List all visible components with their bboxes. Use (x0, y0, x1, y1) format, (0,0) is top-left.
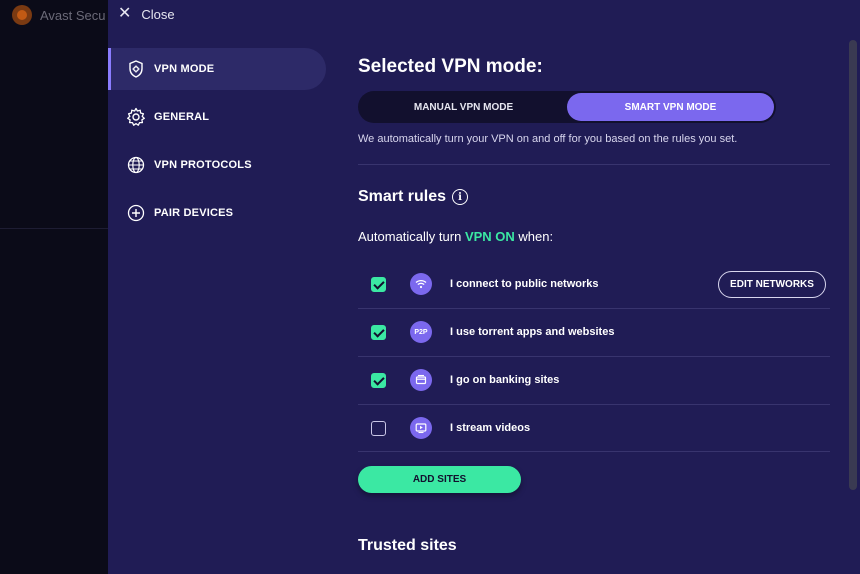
rule-label: I go on banking sites (450, 374, 560, 386)
edit-networks-button[interactable]: EDIT NETWORKS (718, 270, 826, 298)
rule-torrent: P2P I use torrent apps and websites (358, 308, 830, 356)
shield-gear-icon (126, 59, 146, 79)
sidebar-item-general[interactable]: GENERAL (108, 96, 326, 138)
rule-public-networks: I connect to public networks EDIT NETWOR… (358, 260, 830, 308)
page-title: Selected VPN mode: (358, 56, 543, 77)
close-icon: ✕ (118, 5, 132, 22)
auto-turn-prefix: Automatically turn (358, 229, 462, 244)
video-play-icon (410, 417, 432, 439)
vpn-on-highlight: VPN ON (464, 229, 515, 244)
sidebar-item-pair-devices[interactable]: PAIR DEVICES (108, 192, 326, 234)
mode-description: We automatically turn your VPN on and of… (358, 133, 738, 145)
smart-rules-heading: Smart rules i (358, 188, 469, 206)
auto-turn-suffix: when: (518, 229, 554, 244)
sidebar-item-label: GENERAL (154, 111, 210, 123)
add-sites-button[interactable]: ADD SITES (358, 466, 521, 493)
p2p-icon: P2P (410, 321, 432, 343)
vpn-mode-toggle: MANUAL VPN MODE SMART VPN MODE (358, 91, 776, 123)
close-button[interactable]: ✕ Close (118, 4, 175, 24)
sidebar-item-vpn-protocols[interactable]: VPN PROTOCOLS (108, 144, 326, 186)
avast-logo-icon (12, 5, 32, 25)
rule-checkbox-public-networks[interactable] (371, 276, 386, 292)
bank-card-icon (410, 369, 432, 391)
rule-stream-videos: I stream videos (358, 404, 830, 452)
background-titlebar: Avast Secu (12, 4, 106, 26)
manual-vpn-mode-option[interactable]: MANUAL VPN MODE (360, 93, 567, 121)
trusted-sites-heading: Trusted sites (358, 537, 457, 554)
wifi-icon (410, 273, 432, 295)
background-app-title: Avast Secu (40, 7, 106, 23)
scrollbar[interactable] (849, 40, 857, 490)
rule-label: I stream videos (450, 422, 531, 434)
globe-icon (126, 155, 146, 175)
sidebar-item-label: PAIR DEVICES (154, 207, 234, 219)
rule-label: I connect to public networks (450, 278, 599, 290)
rule-label: I use torrent apps and websites (450, 326, 615, 338)
gear-icon (126, 107, 146, 127)
rule-checkbox-torrent[interactable] (371, 324, 386, 340)
rule-checkbox-stream-videos[interactable] (371, 420, 386, 436)
divider (358, 451, 830, 452)
smart-rules-title: Smart rules (358, 188, 447, 205)
rule-checkbox-banking[interactable] (371, 372, 386, 388)
sidebar-item-label: VPN PROTOCOLS (154, 159, 252, 171)
rule-banking: I go on banking sites (358, 356, 830, 404)
plus-circle-icon (126, 203, 146, 223)
sidebar-item-label: VPN MODE (154, 63, 215, 75)
background-app-window: Avast Secu (0, 0, 108, 574)
sidebar-item-vpn-mode[interactable]: VPN MODE (108, 48, 326, 90)
background-divider (0, 228, 108, 229)
divider (358, 164, 830, 165)
auto-turn-text: Automatically turn VPN ON when: (358, 229, 553, 244)
settings-sidebar: VPN MODE GENERAL VPN PROTOCOLS PAIR DEVI… (108, 48, 326, 240)
close-label: Close (141, 6, 175, 22)
smart-vpn-mode-option[interactable]: SMART VPN MODE (567, 93, 774, 121)
info-icon[interactable]: i (452, 189, 469, 205)
